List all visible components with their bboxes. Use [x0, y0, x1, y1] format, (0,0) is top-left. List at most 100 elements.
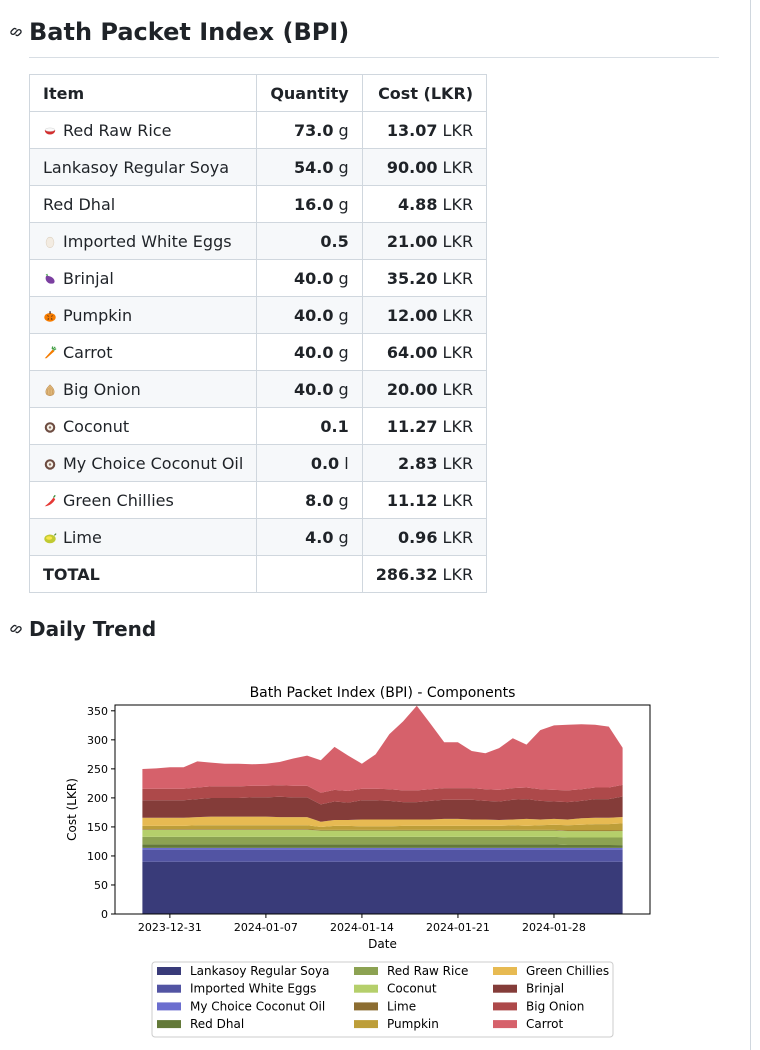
legend-swatch [354, 1002, 378, 1011]
cost-cell: 13.07 LKR [361, 111, 488, 149]
chili-icon [44, 494, 56, 506]
link-icon[interactable] [9, 25, 23, 39]
cost-currency: LKR [442, 231, 474, 251]
table-row: Coconut 0.1 11.27 LKR [28, 407, 488, 445]
onion-icon [45, 383, 55, 396]
chart-title: Bath Packet Index (BPI) - Components [250, 685, 516, 701]
y-tick-label: 0 [101, 908, 108, 921]
quantity-unit: g [338, 305, 349, 325]
item-name: Pumpkin [63, 305, 133, 325]
egg-icon [45, 236, 55, 248]
item-name-cell: Lankasoy Regular Soya [28, 148, 258, 186]
area-series-5 [142, 829, 623, 838]
y-tick-label: 150 [87, 821, 108, 834]
table-row: Big Onion 40.0 g 20.00 LKR [28, 370, 488, 408]
y-tick-label: 100 [87, 850, 108, 863]
legend-label: Green Chillies [526, 964, 609, 978]
item-name-cell: Big Onion [28, 370, 258, 408]
item-name-cell: Pumpkin [28, 296, 258, 334]
section-title-daily-trend: Daily Trend [29, 617, 157, 641]
table-row: Green Chillies 8.0 g 11.12 LKR [28, 481, 488, 519]
legend-swatch [157, 1020, 181, 1029]
area-series-3 [142, 844, 623, 848]
legend-swatch [493, 967, 517, 975]
cost-currency: LKR [442, 342, 474, 362]
quantity-unit: g [338, 268, 349, 288]
cost-cell: 21.00 LKR [361, 222, 488, 260]
heading-divider [29, 57, 719, 58]
quantity-unit: g [338, 194, 349, 214]
item-name: Red Raw Rice [63, 120, 172, 140]
page-title: Bath Packet Index (BPI) [29, 18, 350, 46]
quantity-value: 40.0 [293, 379, 334, 399]
item-name-cell: Imported White Eggs [28, 222, 258, 260]
cost-currency: LKR [442, 453, 474, 473]
link-icon[interactable] [9, 622, 23, 636]
cost-value: 90.00 [386, 157, 438, 177]
quantity-value: 4.0 [305, 527, 334, 547]
quantity-value: 0.1 [320, 416, 349, 436]
legend-label: Coconut [387, 982, 437, 996]
legend-swatch [157, 984, 181, 993]
total-quantity [256, 555, 363, 593]
item-name-cell: Red Raw Rice [28, 111, 258, 149]
legend-swatch [493, 1020, 517, 1029]
cost-cell: 35.20 LKR [361, 259, 488, 297]
quantity-cell: 54.0 g [256, 148, 363, 186]
legend-label: Red Raw Rice [387, 964, 468, 978]
column-header-cost: Cost (LKR) [361, 74, 488, 112]
table-row: Pumpkin 40.0 g 12.00 LKR [28, 296, 488, 334]
cost-cell: 11.27 LKR [361, 407, 488, 445]
quantity-cell: 16.0 g [256, 185, 363, 223]
cost-currency: LKR [442, 490, 474, 510]
legend-label: Big Onion [526, 999, 584, 1013]
cost-currency: LKR [442, 305, 474, 325]
eggplant-icon [45, 273, 55, 284]
quantity-value: 40.0 [293, 305, 334, 325]
legend-label: Imported White Eggs [190, 982, 316, 996]
cost-cell: 20.00 LKR [361, 370, 488, 408]
cost-cell: 11.12 LKR [361, 481, 488, 519]
x-tick-label: 2024-01-07 [234, 921, 298, 934]
cost-value: 4.88 [397, 194, 438, 214]
legend-label: Lime [387, 999, 416, 1013]
quantity-cell: 0.1 [256, 407, 363, 445]
item-name-cell: Green Chillies [28, 481, 258, 519]
quantity-unit: g [338, 120, 349, 140]
item-name-cell: My Choice Coconut Oil [28, 444, 258, 482]
quantity-cell: 40.0 g [256, 333, 363, 371]
pumpkin-icon [44, 310, 56, 322]
cost-cell: 12.00 LKR [361, 296, 488, 334]
table-row: Red Raw Rice 73.0 g 13.07 LKR [28, 111, 488, 149]
table-row: Red Dhal 16.0 g 4.88 LKR [28, 185, 488, 223]
quantity-unit: g [338, 527, 349, 547]
legend-swatch [157, 1002, 181, 1011]
legend-swatch [354, 967, 378, 975]
legend-swatch [157, 967, 181, 975]
area-series-2 [142, 847, 623, 850]
quantity-cell: 4.0 g [256, 518, 363, 556]
quantity-unit: g [338, 490, 349, 510]
cost-currency: LKR [442, 268, 474, 288]
item-name-cell: Coconut [28, 407, 258, 445]
coconut-icon [44, 458, 56, 470]
area-series-4 [142, 836, 623, 846]
section-heading-trend: Daily Trend [9, 617, 156, 641]
cost-value: 2.83 [397, 453, 438, 473]
x-tick-label: 2024-01-28 [522, 921, 586, 934]
quantity-unit: g [338, 157, 349, 177]
column-header-item: Item [28, 74, 258, 112]
total-cost-value: 286.32 [375, 564, 438, 584]
quantity-value: 16.0 [293, 194, 334, 214]
cost-value: 64.00 [386, 342, 438, 362]
x-axis-label: Date [368, 937, 397, 951]
table-row: Carrot 40.0 g 64.00 LKR [28, 333, 488, 371]
column-header-quantity: Quantity [256, 74, 363, 112]
table-row: Lime 4.0 g 0.96 LKR [28, 518, 488, 556]
legend-label: Red Dhal [190, 1017, 244, 1031]
quantity-value: 8.0 [305, 490, 334, 510]
x-tick-label: 2024-01-14 [330, 921, 394, 934]
x-tick-label: 2023-12-31 [138, 921, 202, 934]
y-tick-label: 250 [87, 763, 108, 776]
cost-cell: 90.00 LKR [361, 148, 488, 186]
